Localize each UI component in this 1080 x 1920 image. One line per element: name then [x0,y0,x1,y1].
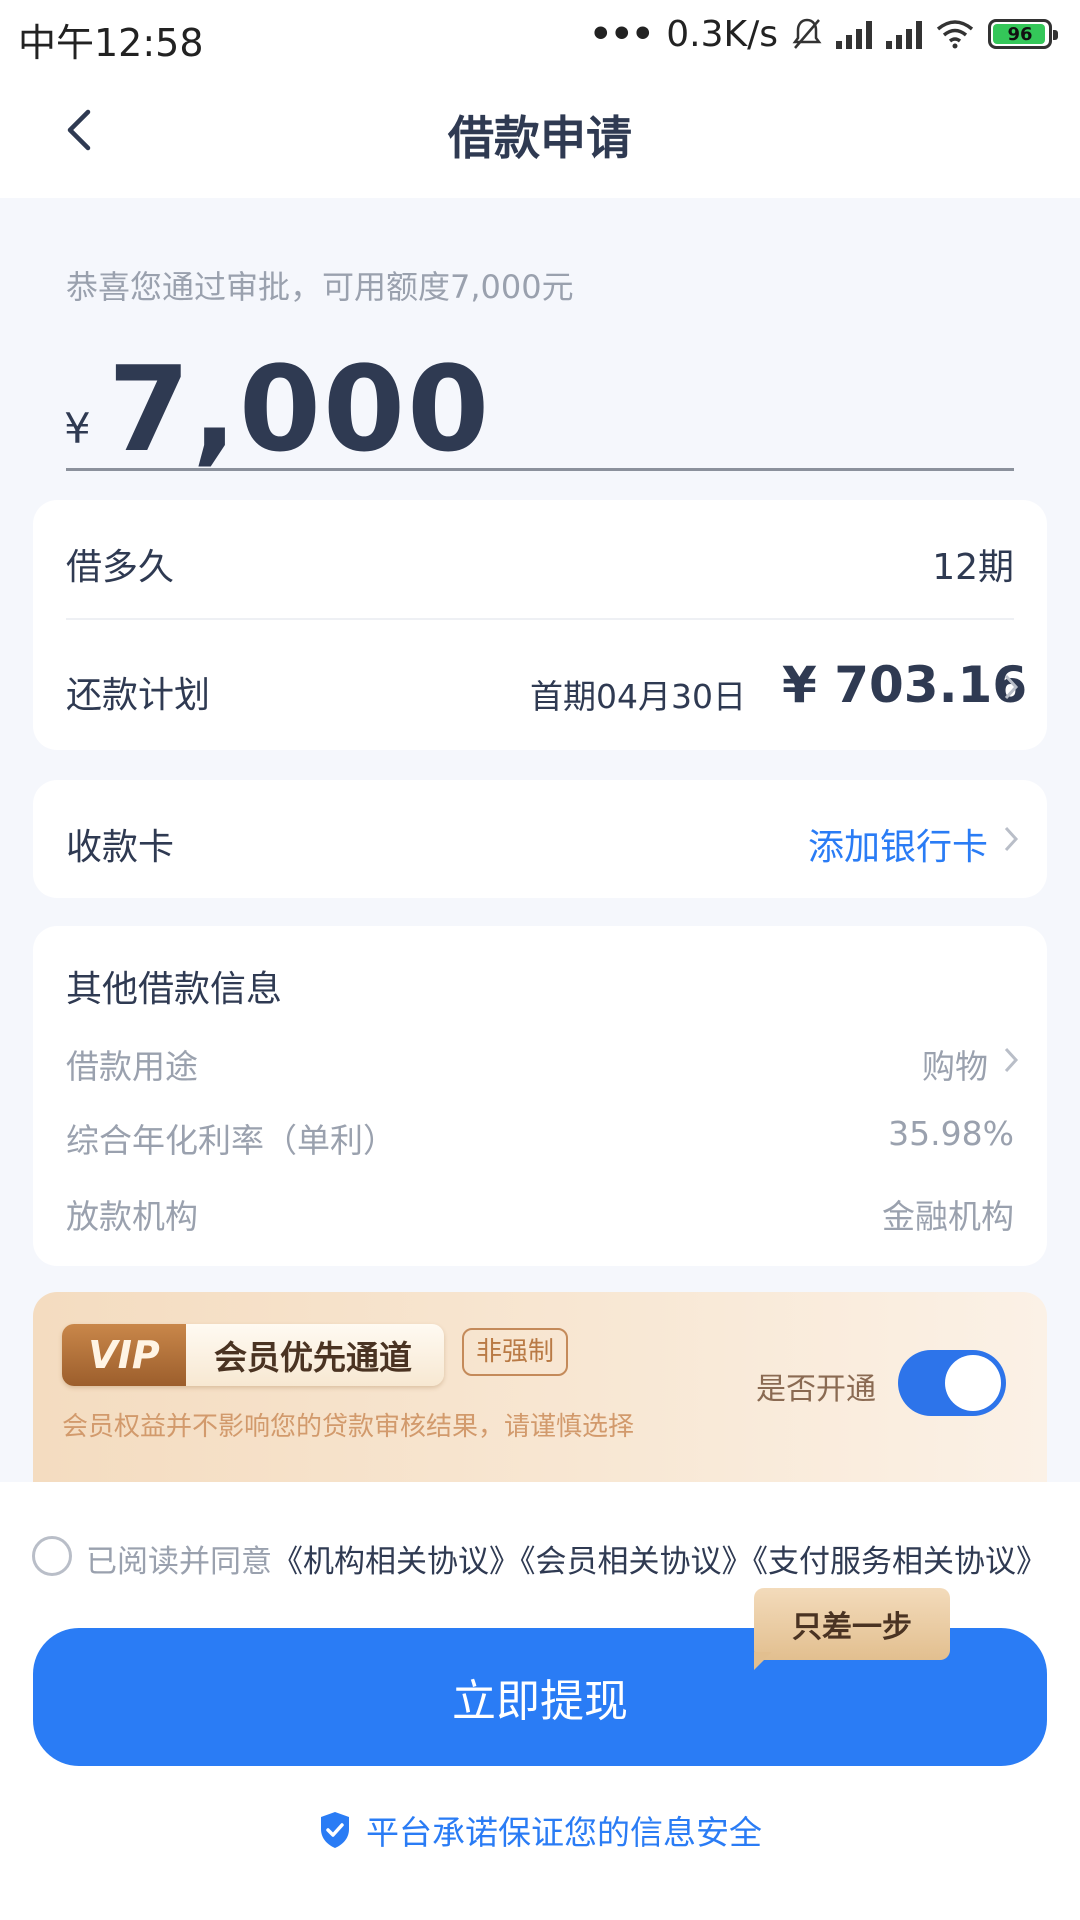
bell-muted-icon [792,18,822,49]
lender-value: 金融机构 [882,1197,1014,1236]
loan-amount-input[interactable]: 7,000 [108,340,491,478]
rate-value: 35.98% [888,1114,1014,1153]
toggle-knob [945,1355,1001,1411]
vip-toggle-label: 是否开通 [756,1372,876,1407]
agreement-text: 已阅读并同意《机构相关协议》《会员相关协议》《支付服务相关协议》 [86,1536,1047,1581]
purpose-value[interactable]: 购物 [922,1040,988,1088]
other-info-title: 其他借款信息 [66,969,283,1010]
one-step-tip: 只差一步 [754,1588,950,1660]
status-indicators: ••• 0.3K/s 96 [589,10,1058,58]
agreement-prefix: 已阅读并同意 [86,1544,272,1580]
currency-symbol: ¥ [64,404,91,453]
repayment-plan-label: 还款计划 [66,675,211,716]
battery-level: 96 [1007,23,1033,45]
page-title: 借款申请 [448,111,632,165]
add-bank-card-link[interactable]: 添加银行卡 [808,818,988,870]
rate-label: 综合年化利率（单利） [66,1121,396,1160]
vip-toggle[interactable] [898,1350,1006,1416]
vip-label: VIP [62,1324,186,1386]
vip-badge: VIP 会员优先通道 [62,1324,444,1386]
tip-tail [754,1652,772,1670]
duration-label: 借多久 [66,547,175,588]
wifi-icon [936,20,974,49]
purpose-label: 借款用途 [66,1047,198,1086]
chevron-right-icon[interactable] [1002,672,1020,702]
amount-underline [66,468,1014,471]
vip-card [33,1292,1047,1482]
lender-label: 放款机构 [66,1197,198,1236]
agreement-radio[interactable] [32,1536,72,1576]
more-dots-icon: ••• [589,13,654,55]
status-time: 中午12:58 [18,21,204,65]
signal-icon-2 [886,19,922,49]
signal-icon [836,19,872,49]
vip-channel-label: 会员优先通道 [186,1324,444,1386]
security-notice: 平台承诺保证您的信息安全 [318,1806,762,1854]
battery-icon: 96 [988,19,1058,49]
receive-card-label: 收款卡 [66,827,175,868]
approval-message: 恭喜您通过审批，可用额度7,000元 [66,268,574,306]
vip-note: 会员权益并不影响您的贷款审核结果，请谨慎选择 [62,1412,635,1442]
duration-value[interactable]: 12期 [932,538,1014,590]
first-payment-amount[interactable]: ¥ 703.16 [782,656,1027,714]
non-mandatory-tag: 非强制 [462,1328,569,1376]
chevron-right-icon[interactable] [1002,824,1020,854]
security-text: 平台承诺保证您的信息安全 [366,1813,762,1852]
chevron-right-icon[interactable] [1002,1045,1020,1075]
network-speed: 0.3K/s [666,13,778,55]
agreement-links[interactable]: 《机构相关协议》《会员相关协议》《支付服务相关协议》 [272,1544,1047,1580]
divider [66,618,1014,620]
first-payment-date: 首期04月30日 [530,677,746,716]
shield-check-icon [321,1812,349,1848]
